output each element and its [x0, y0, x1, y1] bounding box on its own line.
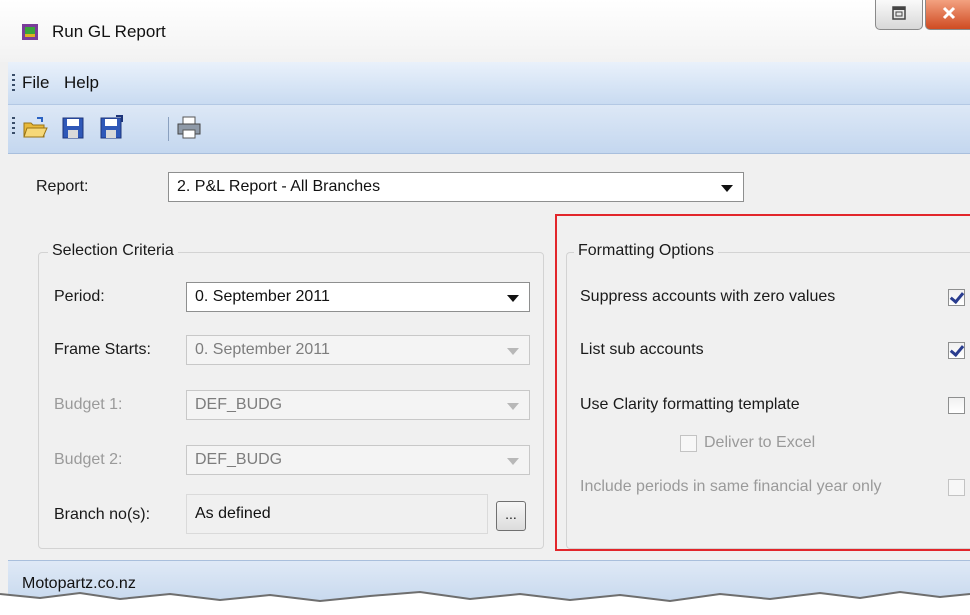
app-icon — [22, 24, 38, 40]
chevron-down-icon — [507, 348, 519, 355]
branch-label: Branch no(s): — [54, 506, 151, 523]
budget1-label: Budget 1: — [54, 396, 123, 413]
budget2-value: DEF_BUDG — [195, 451, 283, 468]
highlight-box — [555, 214, 970, 551]
budget1-dropdown[interactable]: DEF_BUDG — [186, 390, 530, 420]
period-label: Period: — [54, 288, 105, 305]
frame-starts-label: Frame Starts: — [54, 341, 151, 358]
budget2-label: Budget 2: — [54, 451, 123, 468]
frame-starts-dropdown[interactable]: 0. September 2011 — [186, 335, 530, 365]
budget2-dropdown[interactable]: DEF_BUDG — [186, 445, 530, 475]
branch-field[interactable]: As defined — [186, 494, 488, 534]
restore-icon — [892, 6, 906, 20]
run-gl-report-window: Run GL Report File Help Report: 2. P&L R… — [0, 0, 970, 601]
report-label: Report: — [36, 178, 89, 195]
period-value: 0. September 2011 — [195, 288, 330, 305]
chevron-down-icon — [507, 295, 519, 302]
save-icon — [62, 117, 84, 139]
period-dropdown[interactable]: 0. September 2011 — [186, 282, 530, 312]
print-button[interactable] — [176, 115, 202, 141]
open-button[interactable] — [22, 115, 48, 141]
window-title: Run GL Report — [52, 22, 166, 41]
chevron-down-icon — [721, 185, 733, 192]
menu-file[interactable]: File — [22, 73, 49, 93]
save-as-button[interactable] — [98, 115, 124, 141]
save-as-icon — [100, 115, 123, 139]
toolbar — [8, 105, 970, 154]
selection-criteria-caption: Selection Criteria — [48, 242, 178, 260]
branch-browse-button[interactable]: ... — [496, 501, 526, 531]
print-icon — [177, 116, 201, 139]
budget1-value: DEF_BUDG — [195, 396, 283, 413]
frame-starts-value: 0. September 2011 — [195, 341, 330, 358]
chevron-down-icon — [507, 403, 519, 410]
toolbar-separator — [168, 117, 169, 141]
report-value: 2. P&L Report - All Branches — [177, 178, 381, 195]
chevron-down-icon — [507, 458, 519, 465]
open-folder-icon — [23, 117, 48, 138]
torn-edge — [0, 590, 970, 615]
menu-help[interactable]: Help — [64, 73, 99, 93]
close-icon — [942, 6, 956, 20]
close-button[interactable] — [925, 0, 970, 30]
restore-button[interactable] — [875, 0, 923, 30]
menu-grip[interactable] — [12, 74, 15, 92]
save-button[interactable] — [60, 115, 86, 141]
menu-bar: File Help — [8, 62, 970, 105]
title-bar: Run GL Report — [0, 0, 970, 62]
report-dropdown[interactable]: 2. P&L Report - All Branches — [168, 172, 744, 202]
toolbar-grip[interactable] — [12, 117, 15, 135]
branch-value: As defined — [195, 505, 271, 522]
